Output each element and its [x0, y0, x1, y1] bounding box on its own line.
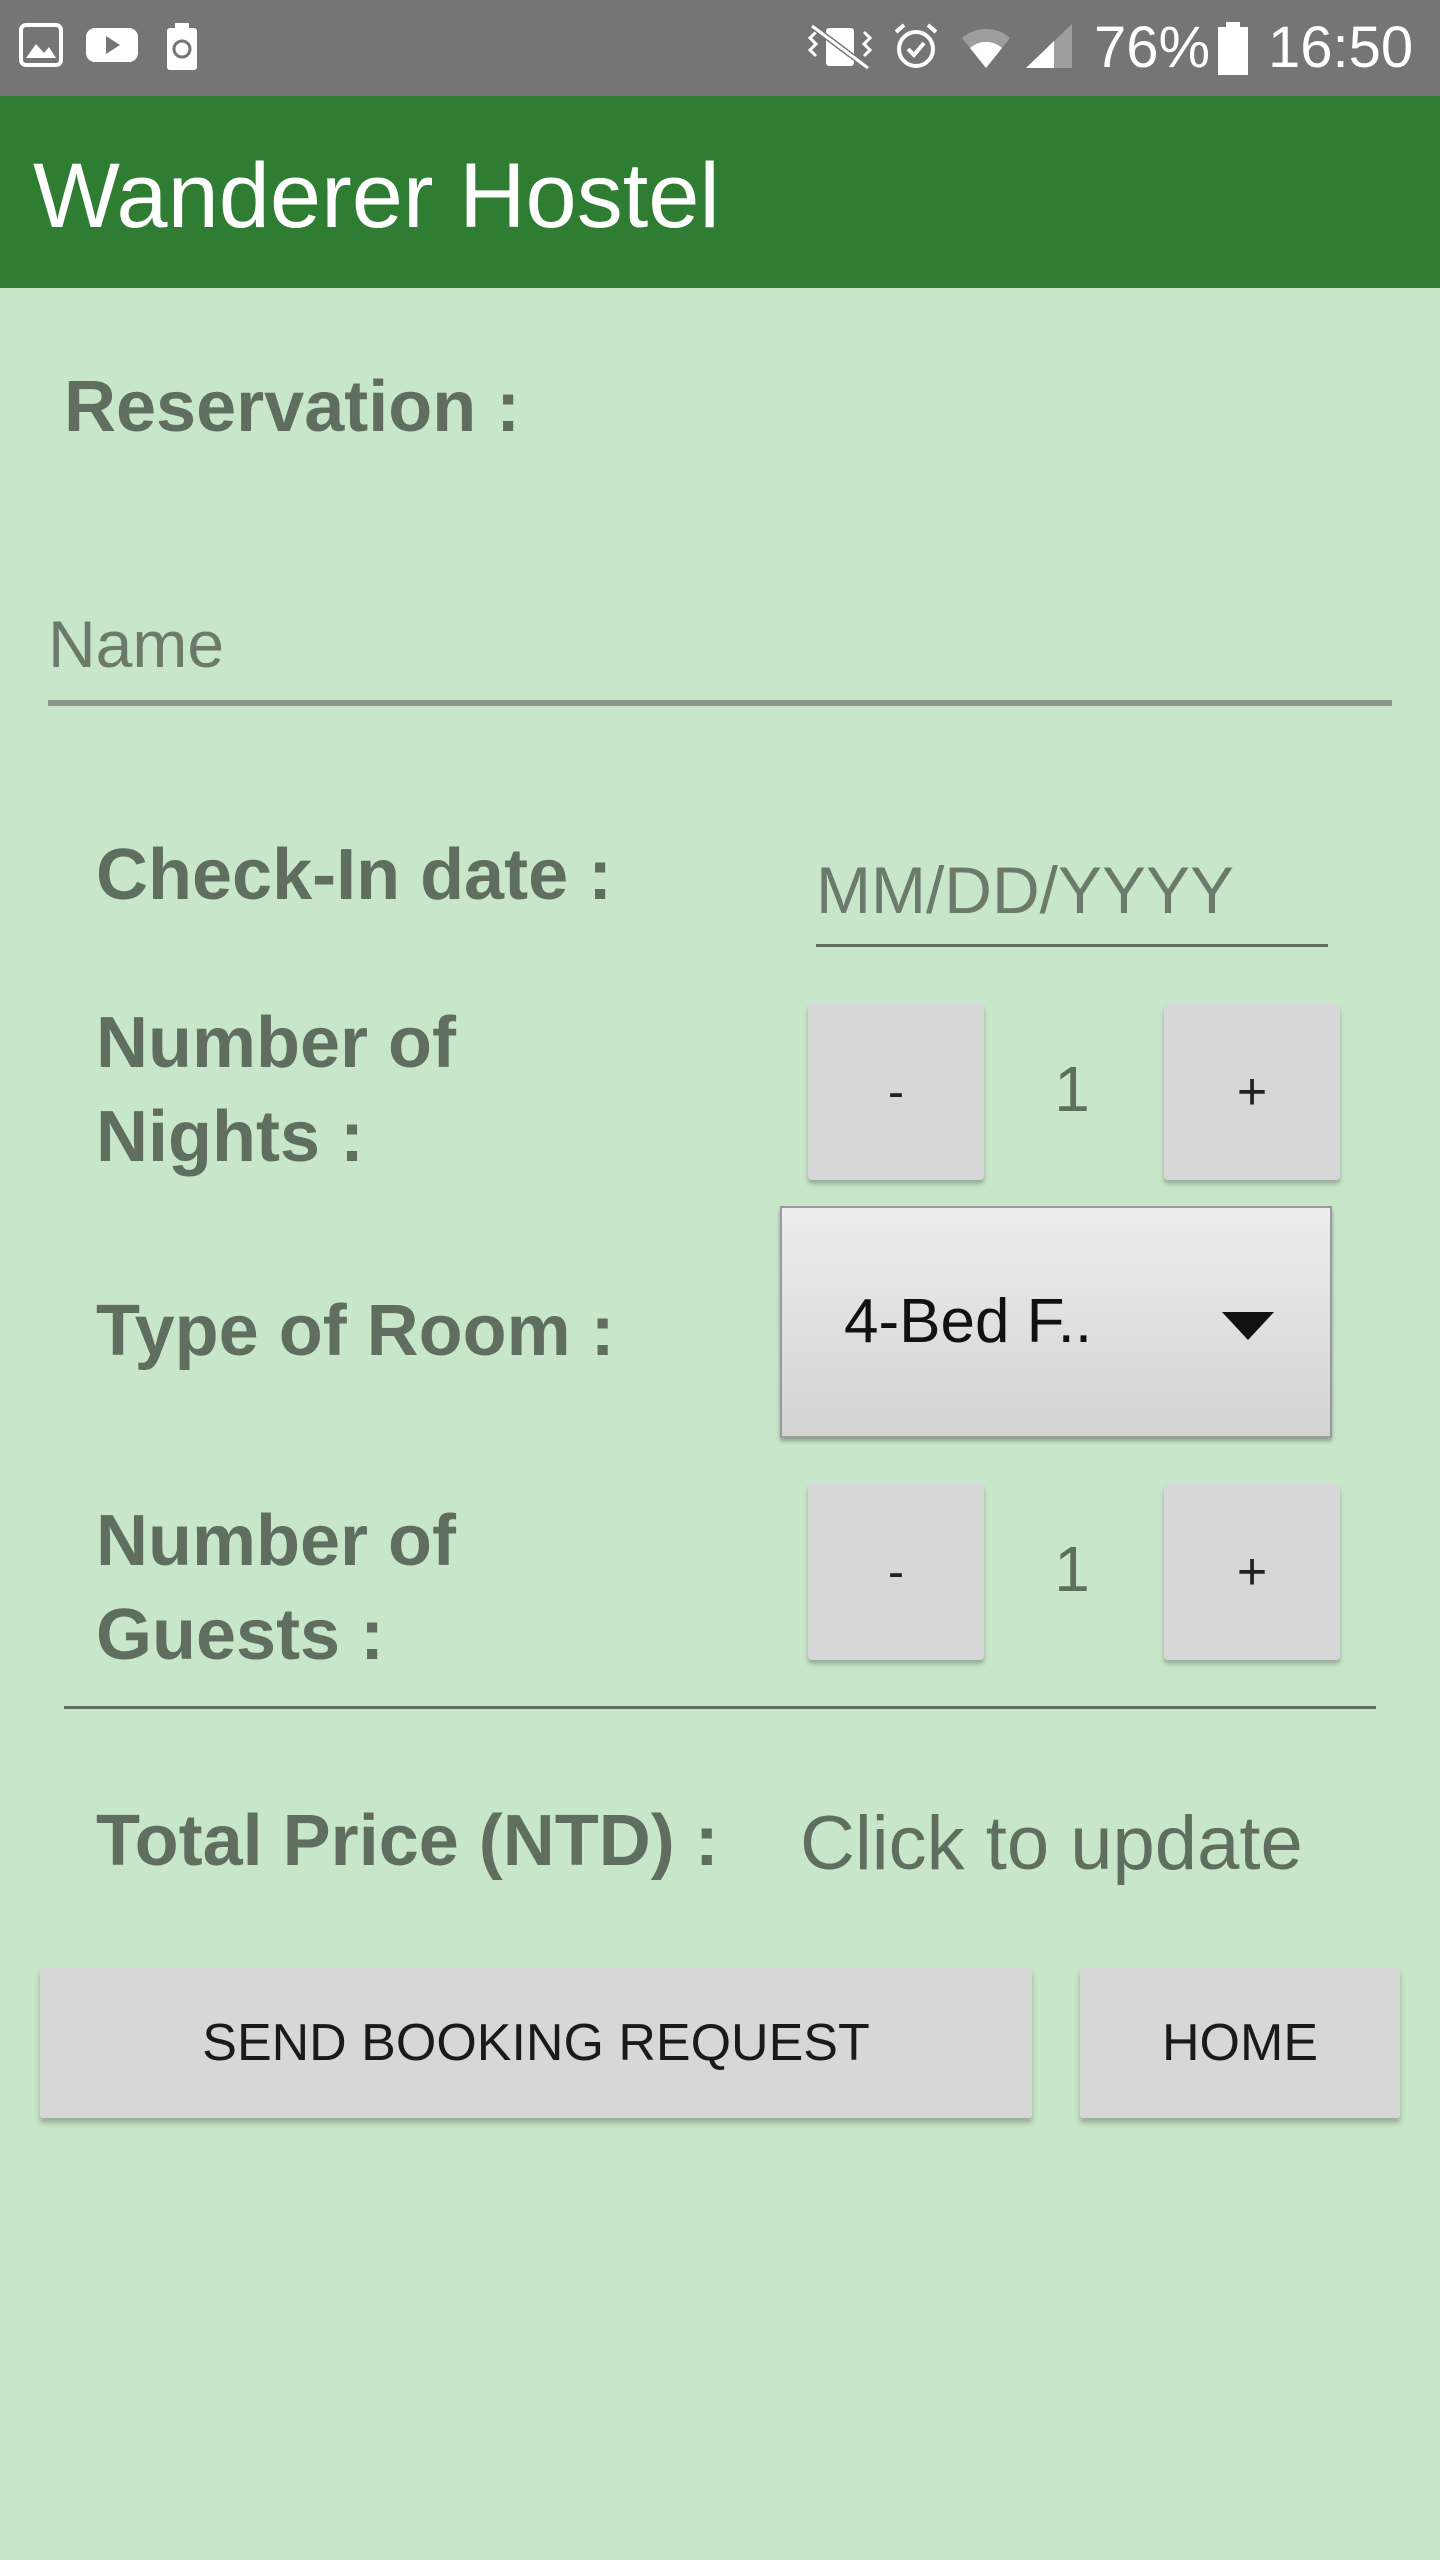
guests-label-line1: Number of — [96, 1501, 456, 1581]
checkin-date-underline — [816, 944, 1328, 947]
app-title: Wanderer Hostel — [33, 145, 720, 247]
guests-label-line2: Guests : — [96, 1595, 385, 1675]
name-input-underline — [48, 700, 1392, 706]
battery-saver-icon — [167, 23, 197, 70]
total-price-label: Total Price (NTD) : — [96, 1801, 719, 1881]
clock: 16:50 — [1268, 15, 1414, 80]
section-title: Reservation : — [64, 367, 521, 447]
room-type-label: Type of Room : — [96, 1291, 615, 1371]
nights-label: Number of Nights : — [96, 996, 456, 1184]
battery-icon — [1218, 22, 1248, 75]
nights-decrement-button[interactable]: - — [808, 1004, 984, 1180]
nights-label-line1: Number of — [96, 1003, 456, 1083]
signal-icon — [1026, 24, 1072, 68]
home-button[interactable]: HOME — [1080, 1968, 1400, 2118]
nights-value: 1 — [1054, 1053, 1090, 1125]
name-input[interactable]: Name — [48, 606, 224, 682]
guests-decrement-button[interactable]: - — [808, 1484, 984, 1660]
guests-increment-button[interactable]: + — [1164, 1484, 1340, 1660]
alarm-icon — [894, 23, 938, 68]
status-bar: 76% 16:50 — [0, 0, 1440, 96]
wifi-icon — [962, 28, 1010, 68]
dropdown-arrow-icon — [1222, 1312, 1274, 1340]
send-booking-request-button[interactable]: SEND BOOKING REQUEST — [40, 1968, 1032, 2118]
room-type-dropdown[interactable]: 4-Bed F.. — [780, 1206, 1332, 1438]
youtube-icon — [86, 28, 138, 62]
total-price-value[interactable]: Click to update — [800, 1800, 1303, 1887]
gallery-icon — [19, 23, 63, 67]
app-bar: Wanderer Hostel — [0, 96, 1440, 288]
battery-percent: 76% — [1094, 15, 1211, 80]
nights-label-line2: Nights : — [96, 1097, 364, 1177]
checkin-label: Check-In date : — [96, 835, 613, 915]
checkin-date-input[interactable]: MM/DD/YYYY — [816, 852, 1234, 928]
guests-value: 1 — [1054, 1533, 1090, 1605]
nights-increment-button[interactable]: + — [1164, 1004, 1340, 1180]
room-type-selected: 4-Bed F.. — [844, 1287, 1093, 1356]
vibrate-icon — [807, 23, 873, 71]
guests-label: Number of Guests : — [96, 1494, 456, 1682]
divider — [64, 1706, 1376, 1709]
